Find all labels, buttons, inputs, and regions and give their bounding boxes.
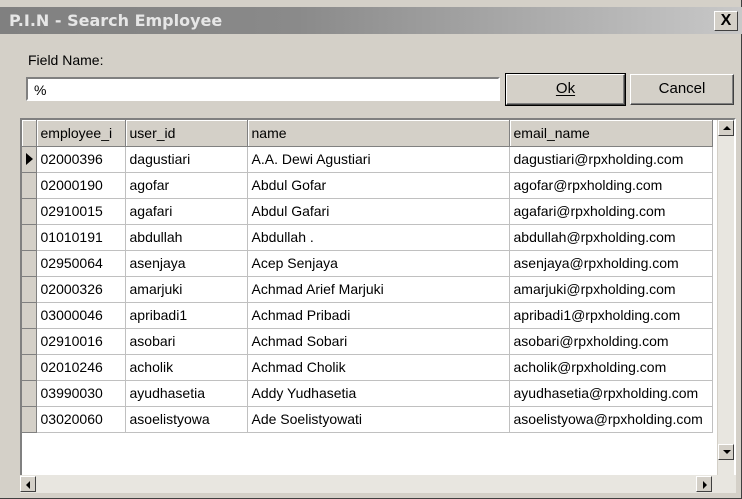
cell-email-name[interactable]: asenjaya@rpxholding.com <box>509 250 713 277</box>
table-row[interactable]: 02000396 dagustiari A.A. Dewi Agustiari dag… <box>22 146 713 173</box>
search-employee-dialog: P.I.N - Search Employee X Field Name: % … <box>0 0 742 499</box>
cell-employee-id[interactable]: 03020060 <box>36 406 126 433</box>
employee-table: employee_i user_id name email_name 02000… <box>22 120 713 433</box>
current-row-arrow-icon <box>26 152 33 165</box>
row-indicator[interactable] <box>22 250 37 277</box>
cell-user-id[interactable]: asenjaya <box>125 250 248 277</box>
field-name-label: Field Name: <box>28 52 104 68</box>
cell-email-name[interactable]: ayudhasetia@rpxholding.com <box>509 380 713 407</box>
cell-user-id[interactable]: asoelistyowa <box>125 406 248 433</box>
table-row[interactable]: 02910015 agafari Abdul Gafari agafari@rpxho… <box>22 198 713 225</box>
row-indicator[interactable] <box>22 146 37 173</box>
column-header-employee-id[interactable]: employee_i <box>36 120 126 147</box>
cell-email-name[interactable]: apribadi1@rpxholding.com <box>509 302 713 329</box>
cell-user-id[interactable]: ayudhasetia <box>125 380 248 407</box>
cell-user-id[interactable]: agofar <box>125 172 248 199</box>
scroll-up-button[interactable] <box>718 120 734 136</box>
employee-grid[interactable]: employee_i user_id name email_name 02000… <box>20 118 736 479</box>
title-bar[interactable]: P.I.N - Search Employee X <box>0 7 742 34</box>
table-row[interactable]: 02000326 amarjuki Achmad Arief Marjuki amar… <box>22 276 713 303</box>
scroll-left-button[interactable] <box>20 476 36 492</box>
left-arrow-icon <box>26 481 30 489</box>
table-row[interactable]: 02910016 asobari Achmad Sobari asobari@rpxh… <box>22 328 713 355</box>
cancel-button[interactable]: Cancel <box>630 74 734 105</box>
cell-name[interactable]: Achmad Pribadi <box>247 302 510 329</box>
table-row[interactable]: 02010246 acholik Achmad Cholik acholik@rpxh… <box>22 354 713 381</box>
search-input[interactable]: % <box>26 77 500 101</box>
up-arrow-icon <box>723 126 731 130</box>
row-indicator[interactable] <box>22 198 37 225</box>
table-row[interactable]: 03990030 ayudhasetia Addy Yudhasetia ayudha… <box>22 380 713 407</box>
table-row[interactable]: 02000190 agofar Abdul Gofar agofar@rpxholdi… <box>22 172 713 199</box>
cell-name[interactable]: Achmad Sobari <box>247 328 510 355</box>
cell-email-name[interactable]: amarjuki@rpxholding.com <box>509 276 713 303</box>
cell-employee-id[interactable]: 02000396 <box>36 146 126 173</box>
horizontal-scrollbar[interactable] <box>20 475 736 493</box>
cell-email-name[interactable]: asoelistyowa@rpxholding.com <box>509 406 713 433</box>
column-header-name[interactable]: name <box>247 120 510 147</box>
cell-employee-id[interactable]: 02000326 <box>36 276 126 303</box>
cell-user-id[interactable]: agafari <box>125 198 248 225</box>
cell-name[interactable]: A.A. Dewi Agustiari <box>247 146 510 173</box>
cell-employee-id[interactable]: 03000046 <box>36 302 126 329</box>
column-header-user-id[interactable]: user_id <box>125 120 248 147</box>
ok-button-label: Ok <box>555 80 576 97</box>
table-row[interactable]: 03000046 apribadi1 Achmad Pribadi apribadi1… <box>22 302 713 329</box>
table-header-row: employee_i user_id name email_name <box>22 120 713 147</box>
table-row[interactable]: 01010191 abdullah Abdullah . abdullah@rpxho… <box>22 224 713 251</box>
table-row[interactable]: 02950064 asenjaya Acep Senjaya asenjaya@rpx… <box>22 250 713 277</box>
row-indicator[interactable] <box>22 328 37 355</box>
cell-email-name[interactable]: agafari@rpxholding.com <box>509 198 713 225</box>
scroll-right-button[interactable] <box>696 476 712 492</box>
cell-employee-id[interactable]: 02010246 <box>36 354 126 381</box>
ok-button[interactable]: Ok <box>505 73 626 106</box>
close-button[interactable]: X <box>714 11 738 31</box>
cell-employee-id[interactable]: 01010191 <box>36 224 126 251</box>
right-arrow-icon <box>703 481 707 489</box>
cell-user-id[interactable]: abdullah <box>125 224 248 251</box>
row-indicator[interactable] <box>22 406 37 433</box>
cell-employee-id[interactable]: 02910015 <box>36 198 126 225</box>
cell-name[interactable]: Acep Senjaya <box>247 250 510 277</box>
row-indicator[interactable] <box>22 276 37 303</box>
cell-user-id[interactable]: acholik <box>125 354 248 381</box>
row-indicator[interactable] <box>22 354 37 381</box>
row-indicator[interactable] <box>22 302 37 329</box>
cell-employee-id[interactable]: 02950064 <box>36 250 126 277</box>
cell-user-id[interactable]: asobari <box>125 328 248 355</box>
cell-user-id[interactable]: dagustiari <box>125 146 248 173</box>
cell-name[interactable]: Abdul Gofar <box>247 172 510 199</box>
cell-name[interactable]: Achmad Arief Marjuki <box>247 276 510 303</box>
cell-email-name[interactable]: asobari@rpxholding.com <box>509 328 713 355</box>
down-arrow-icon <box>723 450 731 454</box>
header-indicator-cell <box>22 120 37 147</box>
row-indicator[interactable] <box>22 380 37 407</box>
row-indicator[interactable] <box>22 172 37 199</box>
scroll-down-button[interactable] <box>718 444 734 460</box>
vertical-scrollbar[interactable] <box>717 120 734 477</box>
cell-user-id[interactable]: apribadi1 <box>125 302 248 329</box>
cancel-button-label: Cancel <box>658 80 706 97</box>
window-title: P.I.N - Search Employee <box>9 11 223 30</box>
cell-name[interactable]: Achmad Cholik <box>247 354 510 381</box>
cell-employee-id[interactable]: 02910016 <box>36 328 126 355</box>
row-indicator[interactable] <box>22 224 37 251</box>
cell-name[interactable]: Abdul Gafari <box>247 198 510 225</box>
cell-user-id[interactable]: amarjuki <box>125 276 248 303</box>
column-header-email-name[interactable]: email_name <box>509 120 713 147</box>
cell-name[interactable]: Ade Soelistyowati <box>247 406 510 433</box>
cell-email-name[interactable]: abdullah@rpxholding.com <box>509 224 713 251</box>
cell-name[interactable]: Addy Yudhasetia <box>247 380 510 407</box>
cell-name[interactable]: Abdullah . <box>247 224 510 251</box>
cell-employee-id[interactable]: 02000190 <box>36 172 126 199</box>
table-row[interactable]: 03020060 asoelistyowa Ade Soelistyowati aso… <box>22 406 713 433</box>
cell-email-name[interactable]: acholik@rpxholding.com <box>509 354 713 381</box>
cell-employee-id[interactable]: 03990030 <box>36 380 126 407</box>
cell-email-name[interactable]: agofar@rpxholding.com <box>509 172 713 199</box>
cell-email-name[interactable]: dagustiari@rpxholding.com <box>509 146 713 173</box>
